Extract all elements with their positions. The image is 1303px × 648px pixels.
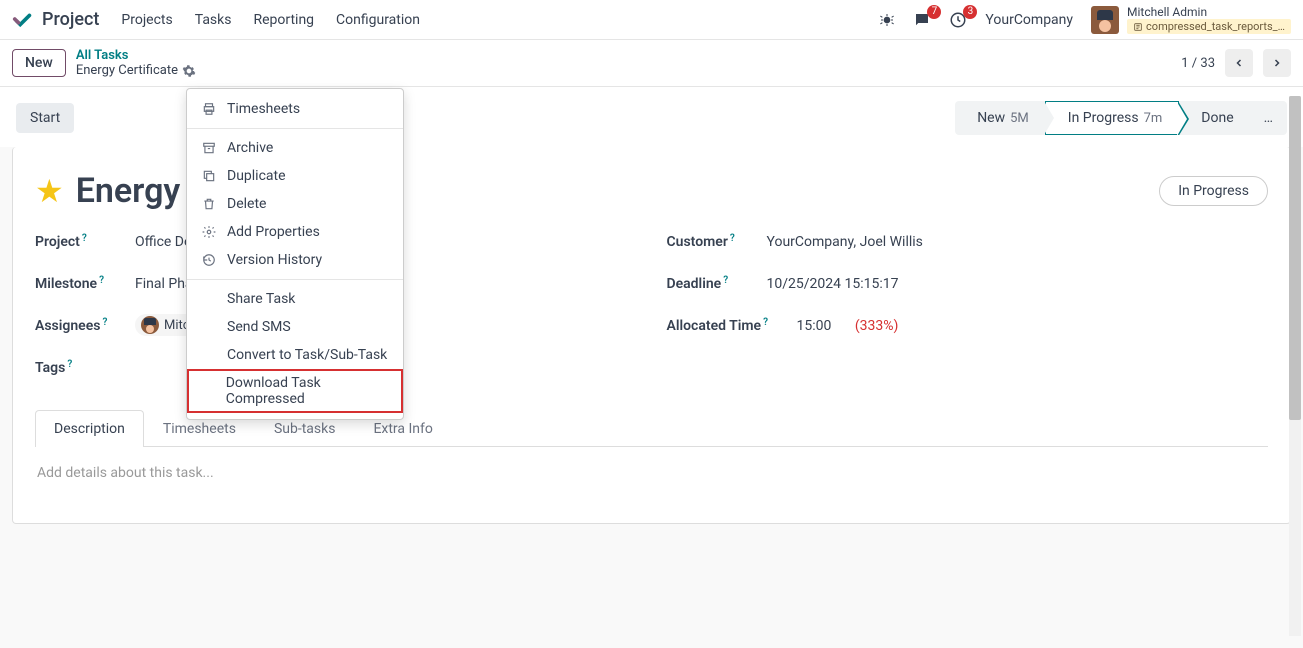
user-avatar-icon: [1091, 6, 1119, 34]
label-customer: Customer?: [667, 234, 767, 250]
menu-share[interactable]: Share Task: [187, 285, 403, 313]
print-icon: [201, 102, 217, 116]
breadcrumb-current: Energy Certificate: [76, 63, 196, 78]
archive-icon: [201, 141, 217, 155]
nav-reporting[interactable]: Reporting: [253, 12, 314, 28]
start-button[interactable]: Start: [16, 103, 74, 133]
assignee-avatar-icon: [141, 316, 159, 334]
label-allocated: Allocated Time?: [667, 318, 797, 334]
label-project: Project?: [35, 234, 135, 250]
trash-icon: [201, 197, 217, 211]
value-project[interactable]: Office De: [135, 234, 191, 250]
gear-icon[interactable]: [182, 64, 196, 78]
nav-tasks[interactable]: Tasks: [195, 12, 232, 28]
menu-delete[interactable]: Delete: [187, 190, 403, 218]
menu-sms[interactable]: Send SMS: [187, 313, 403, 341]
duplicate-icon: [201, 169, 217, 183]
menu-properties[interactable]: Add Properties: [187, 218, 403, 246]
messages-icon[interactable]: 7: [913, 11, 931, 29]
company-selector[interactable]: YourCompany: [985, 12, 1073, 28]
value-allocated[interactable]: 15:00 (333%): [797, 318, 899, 334]
gear-dropdown: Timesheets Archive Duplicate Delete Add …: [186, 88, 404, 420]
menu-download-compressed[interactable]: Download Task Compressed: [187, 369, 403, 413]
menu-duplicate[interactable]: Duplicate: [187, 162, 403, 190]
label-tags: Tags?: [35, 360, 135, 376]
pager-prev-button[interactable]: [1225, 49, 1253, 77]
nav-projects[interactable]: Projects: [121, 12, 172, 28]
menu-history[interactable]: Version History: [187, 246, 403, 274]
value-deadline[interactable]: 10/25/2024 15:15:17: [767, 276, 899, 292]
stage-new[interactable]: New 5M: [955, 101, 1045, 135]
stage-done[interactable]: Done: [1179, 101, 1249, 135]
description-placeholder[interactable]: Add details about this task...: [35, 447, 1268, 499]
tab-description[interactable]: Description: [35, 410, 144, 447]
breadcrumb-bar: New All Tasks Energy Certificate 1 / 33: [0, 40, 1303, 87]
stage-in-progress[interactable]: In Progress 7m: [1045, 101, 1180, 135]
activities-badge: 3: [963, 5, 977, 19]
top-navbar: Project Projects Tasks Reporting Configu…: [0, 0, 1303, 40]
user-name: Mitchell Admin: [1127, 5, 1291, 19]
stage-bar: New 5M In Progress 7m Done …: [955, 101, 1287, 135]
app-logo-icon: [12, 9, 34, 31]
value-milestone[interactable]: Final Pha: [135, 276, 193, 292]
scrollbar-thumb[interactable]: [1289, 96, 1301, 420]
pager-next-button[interactable]: [1263, 49, 1291, 77]
star-icon[interactable]: ★: [35, 172, 64, 210]
pager-count: 1 / 33: [1181, 56, 1215, 71]
properties-icon: [201, 225, 217, 239]
label-deadline: Deadline?: [667, 276, 767, 292]
app-brand[interactable]: Project: [42, 9, 99, 30]
menu-archive[interactable]: Archive: [187, 134, 403, 162]
bug-icon[interactable]: [879, 12, 895, 28]
history-icon: [201, 253, 217, 267]
label-milestone: Milestone?: [35, 276, 135, 292]
vertical-scrollbar[interactable]: [1289, 96, 1301, 636]
value-customer[interactable]: YourCompany, Joel Willis: [767, 234, 923, 250]
label-assignees: Assignees?: [35, 318, 135, 334]
breadcrumb-parent[interactable]: All Tasks: [76, 48, 196, 63]
task-title[interactable]: Energy: [76, 171, 181, 211]
user-menu[interactable]: Mitchell Admin compressed_task_reports_…: [1091, 5, 1291, 34]
messages-badge: 7: [927, 5, 941, 19]
activities-icon[interactable]: 3: [949, 11, 967, 29]
new-button[interactable]: New: [12, 49, 66, 77]
nav-configuration[interactable]: Configuration: [336, 12, 420, 28]
menu-timesheets[interactable]: Timesheets: [187, 95, 403, 123]
status-chip[interactable]: In Progress: [1159, 176, 1268, 206]
menu-convert[interactable]: Convert to Task/Sub-Task: [187, 341, 403, 369]
download-chip[interactable]: compressed_task_reports_…: [1127, 19, 1291, 34]
